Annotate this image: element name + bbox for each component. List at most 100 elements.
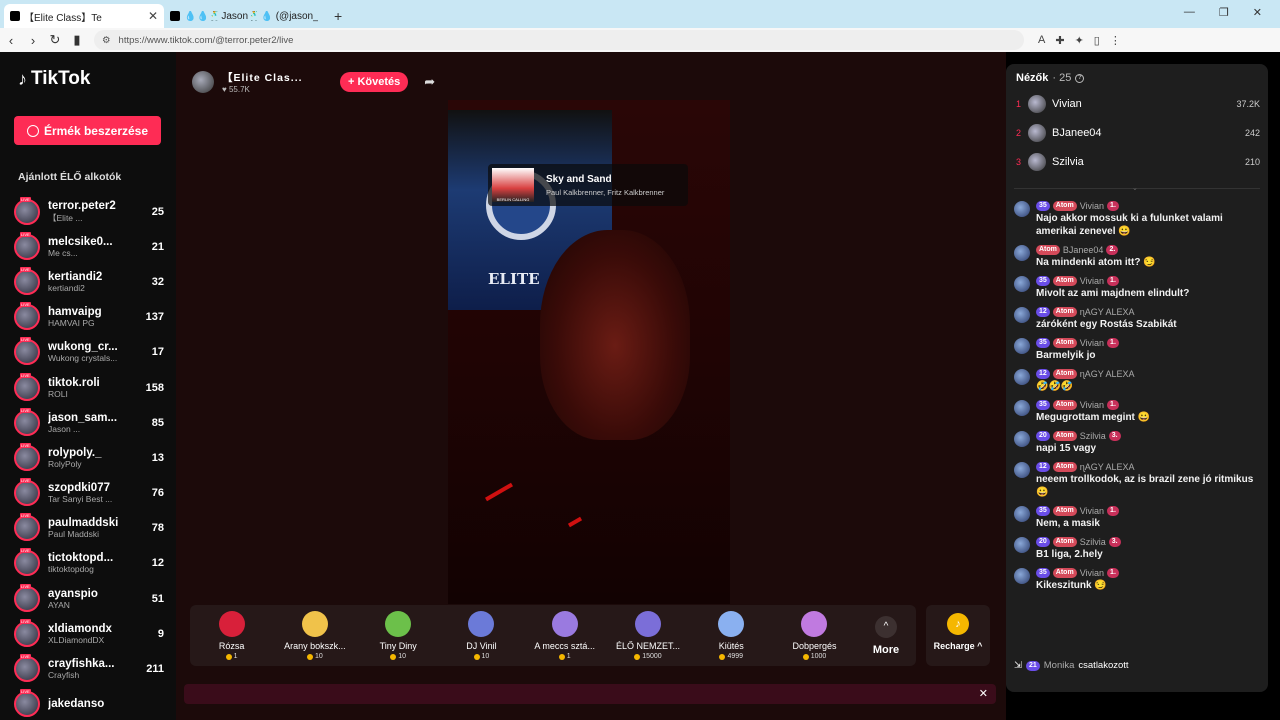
chat-avatar[interactable] [1014, 201, 1030, 217]
chat-avatar[interactable] [1014, 276, 1030, 292]
chat-username[interactable]: ɳAGY ALEXA [1080, 462, 1135, 472]
creator-item[interactable]: LIVE terror.peter2 【Elite ... 25 [14, 194, 164, 229]
chevron-down-icon[interactable]: ⌄ [1132, 184, 1138, 192]
creator-item[interactable]: LIVE kertiandi2 kertiandi2 32 [14, 264, 164, 299]
creator-name: szopdki077 [48, 482, 110, 495]
now-playing-card[interactable]: BERLIN CALLING Sky and Sand Paul Kalkbre… [488, 164, 688, 206]
minimize-icon[interactable]: — [1184, 6, 1195, 19]
chat-username[interactable]: Vivian [1080, 201, 1104, 211]
bookmark-icon[interactable]: ▮ [66, 32, 88, 48]
creator-info: terror.peter2 【Elite ... [48, 200, 134, 224]
help-icon[interactable]: ? [1075, 73, 1085, 83]
gift-item[interactable]: Dobpergés 1000 [773, 611, 856, 660]
puzzle-icon[interactable]: ✦ [1075, 34, 1084, 47]
gift-price-value: 10 [315, 653, 323, 660]
close-window-icon[interactable]: ✕ [1253, 6, 1262, 19]
level-badge: 35 [1036, 568, 1050, 578]
gift-item[interactable]: DJ Vinil 10 [440, 611, 523, 660]
creator-avatar: LIVE [14, 407, 40, 436]
new-tab-button[interactable]: + [324, 8, 352, 28]
chat-username[interactable]: ɳAGY ALEXA [1080, 369, 1135, 379]
forward-icon[interactable]: › [22, 33, 44, 48]
more-gifts-button[interactable]: ^ More [856, 615, 916, 656]
chat-username[interactable]: Vivian [1080, 568, 1104, 578]
chat-username[interactable]: Szilvia [1080, 431, 1106, 441]
chat-avatar[interactable] [1014, 369, 1030, 385]
creator-item[interactable]: LIVE rolypoly._ RolyPoly 13 [14, 440, 164, 475]
chat-username[interactable]: Szilvia [1080, 537, 1106, 547]
top-viewer-row[interactable]: 2 BJanee04 242 [1016, 122, 1260, 144]
chat-username[interactable]: Vivian [1080, 276, 1104, 286]
chat-avatar[interactable] [1014, 506, 1030, 522]
gift-item[interactable]: Arany bokszk... 10 [273, 611, 356, 660]
creator-item[interactable]: LIVE hamvaipg HAMVAI PG 137 [14, 300, 164, 335]
creator-item[interactable]: LIVE crayfishka... Crayfish 211 [14, 651, 164, 686]
chat-avatar[interactable] [1014, 431, 1030, 447]
follow-button[interactable]: + Követés [340, 72, 409, 92]
window-controls: — ❐ ✕ [1166, 0, 1280, 25]
recommended-title: Ajánlott ÉLŐ alkotók [18, 171, 122, 183]
gift-item[interactable]: A meccs sztá... 1 [523, 611, 606, 660]
top-viewer-row[interactable]: 3 Szilvia 210 [1016, 151, 1260, 173]
live-badge: LIVE [20, 478, 31, 484]
chat-avatar[interactable] [1014, 400, 1030, 416]
creator-item[interactable]: LIVE tictoktopd... tiktoktopdog 12 [14, 546, 164, 581]
sidebar-icon[interactable]: ▯ [1094, 34, 1100, 47]
creator-item[interactable]: LIVE melcsike0... Me cs... 21 [14, 229, 164, 264]
chat-username[interactable]: ɳAGY ALEXA [1080, 307, 1135, 317]
site-info-icon[interactable]: ⚙ [102, 35, 111, 46]
translate-icon[interactable]: A [1038, 34, 1045, 47]
sidebar: ♪ TikTok Érmék beszerzése Ajánlott ÉLŐ a… [0, 52, 176, 720]
creator-item[interactable]: LIVE szopdki077 Tar Sanyi Best ... 76 [14, 476, 164, 511]
creator-avatar: LIVE [14, 442, 40, 471]
gift-item[interactable]: Rózsa 1 [190, 611, 273, 660]
chat-avatar[interactable] [1014, 568, 1030, 584]
chat-avatar[interactable] [1014, 462, 1030, 478]
creator-item[interactable]: LIVE jakedanso [14, 687, 164, 720]
chat-username[interactable]: Vivian [1080, 506, 1104, 516]
chat-username[interactable]: Vivian [1080, 400, 1104, 410]
extension-icon[interactable]: ✚ [1055, 34, 1064, 47]
creator-item[interactable]: LIVE jason_sam... Jason ... 85 [14, 405, 164, 440]
creator-subtitle: AYAN [48, 599, 70, 610]
browser-tab[interactable]: 💧💧🕺Jason🕺💧 (@jason_sam [164, 4, 324, 28]
gift-item[interactable]: Tiny Diny 10 [357, 611, 440, 660]
host-avatar[interactable] [192, 71, 214, 93]
creator-item[interactable]: LIVE wukong_cr... Wukong crystals... 17 [14, 335, 164, 370]
gift-item[interactable]: Kiütés 4999 [690, 611, 773, 660]
get-coins-button[interactable]: Érmék beszerzése [14, 116, 161, 145]
chat-message: 35 Atom Vivian 1. Barmelyik jo [1014, 337, 1262, 362]
top-viewer-row[interactable]: 1 Vivian 37.2K [1016, 93, 1260, 115]
creator-avatar: LIVE [14, 196, 40, 225]
chat-username[interactable]: Vivian [1080, 338, 1104, 348]
fan-badge: Atom [1036, 245, 1060, 255]
tiktok-logo[interactable]: ♪ TikTok [18, 68, 90, 90]
close-icon[interactable]: ✕ [979, 687, 988, 700]
restore-icon[interactable]: ❐ [1219, 6, 1229, 19]
creator-item[interactable]: LIVE ayanspio AYAN 51 [14, 581, 164, 616]
chat-username[interactable]: BJanee04 [1063, 245, 1104, 255]
browser-tab-active[interactable]: 【Elite Class】Te ✕ [4, 4, 164, 28]
creator-item[interactable]: LIVE xldiamondx XLDiamondDX 9 [14, 616, 164, 651]
creator-info: hamvaipg HAMVAI PG [48, 306, 134, 328]
viewers-header[interactable]: Nézők · 25 ? [1016, 72, 1085, 84]
chat-avatar[interactable] [1014, 537, 1030, 553]
chat-avatar[interactable] [1014, 245, 1030, 261]
menu-icon[interactable]: ⋮ [1110, 34, 1121, 47]
host-name[interactable]: 【Elite Clas... [222, 70, 326, 85]
chat-avatar[interactable] [1014, 338, 1030, 354]
chat-text: Barmelyik jo [1036, 350, 1096, 361]
creator-item[interactable]: LIVE tiktok.roli ROLI 158 [14, 370, 164, 405]
reload-icon[interactable]: ↻ [44, 32, 66, 48]
live-badge: LIVE [20, 266, 31, 272]
creator-info: kertiandi2 kertiandi2 [48, 271, 134, 293]
creator-item[interactable]: LIVE paulmaddski Paul Maddski 78 [14, 511, 164, 546]
address-bar[interactable]: ⚙ https://www.tiktok.com/@terror.peter2/… [94, 30, 1024, 50]
back-icon[interactable]: ‹ [0, 33, 22, 48]
gift-item[interactable]: ÉLŐ NEMZET... 15000 [606, 611, 689, 660]
recharge-button[interactable]: ♪ Recharge ^ [926, 605, 990, 666]
share-icon[interactable]: ➦ [424, 74, 435, 90]
tiktok-live-page: ♪ TikTok Érmék beszerzése Ajánlott ÉLŐ a… [0, 52, 1280, 720]
chat-avatar[interactable] [1014, 307, 1030, 323]
close-tab-icon[interactable]: ✕ [148, 9, 158, 23]
